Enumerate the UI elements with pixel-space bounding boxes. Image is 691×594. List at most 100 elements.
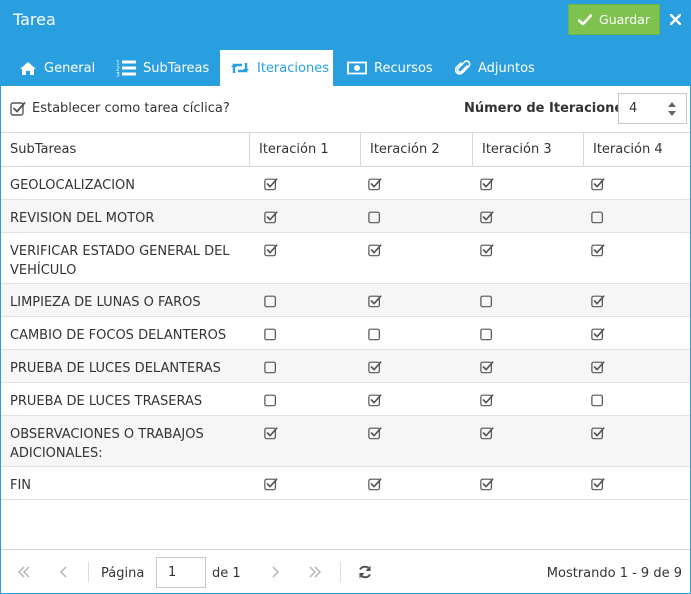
checkbox-checked-icon[interactable] — [368, 360, 382, 374]
subtask-name: REVISION DEL MOTOR — [10, 211, 155, 226]
page-count-label: de 1 — [212, 566, 241, 581]
checkbox-checked-icon[interactable] — [591, 477, 605, 491]
next-page-icon[interactable] — [267, 564, 283, 580]
subtask-name: LIMPIEZA DE LUNAS O FAROS — [10, 295, 201, 310]
records-summary: Mostrando 1 - 9 de 9 — [546, 566, 682, 581]
table-row: LIMPIEZA DE LUNAS O FAROS — [1, 284, 690, 317]
money-icon — [347, 61, 367, 75]
checkbox-checked-icon[interactable] — [591, 426, 605, 440]
last-page-icon[interactable] — [307, 564, 323, 580]
subtask-name: VERIFICAR ESTADO GENERAL DEL VEHÍCULO — [10, 244, 230, 278]
checkbox-checked-icon[interactable] — [591, 327, 605, 341]
checkbox-unchecked-icon[interactable] — [264, 393, 278, 407]
iteration-options: Establecer como tarea cíclica? Número de… — [1, 86, 690, 132]
tab-general-label: General — [44, 60, 96, 76]
subtask-name: FIN — [10, 478, 32, 493]
svg-text:3: 3 — [116, 72, 120, 78]
close-button[interactable] — [665, 9, 685, 29]
checkbox-checked-icon[interactable] — [368, 477, 382, 491]
list-numbered-icon: 1 2 3 — [116, 60, 136, 78]
checkbox-checked-icon[interactable] — [264, 177, 278, 191]
table-row: PRUEBA DE LUCES TRASERAS — [1, 383, 690, 416]
column-header-iteracion-2: Iteración 2 — [370, 142, 440, 157]
tab-iteraciones-label: Iteraciones — [257, 60, 329, 76]
table-row: CAMBIO DE FOCOS DELANTEROS — [1, 317, 690, 350]
subtask-name: OBSERVACIONES O TRABAJOS ADICIONALES: — [10, 427, 204, 461]
subtask-name: PRUEBA DE LUCES TRASERAS — [10, 394, 203, 409]
checkbox-checked-icon[interactable] — [480, 360, 494, 374]
checkbox-checked-icon[interactable] — [264, 426, 278, 440]
checkbox-unchecked-icon[interactable] — [368, 327, 382, 341]
dialog-title: Tarea — [13, 10, 56, 29]
pager: Página de 1 Mostrando 1 - 9 de 9 — [1, 549, 690, 593]
cyclic-task-checkbox[interactable]: Establecer como tarea cíclica? — [10, 101, 230, 116]
tab-subtareas[interactable]: 1 2 3 SubTareas — [106, 50, 219, 86]
page-input[interactable] — [156, 557, 206, 588]
cyclic-task-label: Establecer como tarea cíclica? — [32, 101, 230, 116]
save-button[interactable]: Guardar — [568, 4, 660, 35]
table-row: REVISION DEL MOTOR — [1, 200, 690, 233]
checkbox-checked-icon[interactable] — [591, 360, 605, 374]
column-header-iteracion-1: Iteración 1 — [259, 142, 329, 157]
checkbox-unchecked-icon[interactable] — [264, 360, 278, 374]
checkbox-checked-icon[interactable] — [368, 243, 382, 257]
checkbox-checked-icon[interactable] — [368, 177, 382, 191]
home-icon — [20, 61, 36, 75]
checkbox-checked-icon[interactable] — [480, 243, 494, 257]
iterations-stepper[interactable]: 4 — [618, 93, 687, 124]
first-page-icon[interactable] — [16, 564, 32, 580]
checkbox-unchecked-icon[interactable] — [591, 393, 605, 407]
checkbox-checked-icon[interactable] — [264, 210, 278, 224]
table-row: OBSERVACIONES O TRABAJOS ADICIONALES: — [1, 416, 690, 467]
iterations-count-label: Número de Iteraciones: — [464, 101, 637, 116]
page-label: Página — [101, 566, 145, 581]
column-header-subtareas: SubTareas — [10, 142, 77, 157]
table-row: GEOLOCALIZACION — [1, 167, 690, 200]
checkbox-checked-icon[interactable] — [591, 294, 605, 308]
checkbox-checked-icon[interactable] — [264, 477, 278, 491]
paperclip-icon — [455, 60, 471, 75]
previous-page-icon[interactable] — [56, 564, 72, 580]
checkbox-checked-icon[interactable] — [368, 393, 382, 407]
tab-adjuntos[interactable]: Adjuntos — [445, 50, 545, 86]
checkbox-unchecked-icon[interactable] — [591, 210, 605, 224]
checkbox-unchecked-icon[interactable] — [264, 294, 278, 308]
save-button-label: Guardar — [599, 12, 650, 27]
table-row: FIN — [1, 467, 690, 500]
checkbox-checked-icon[interactable] — [368, 426, 382, 440]
table-row: PRUEBA DE LUCES DELANTERAS — [1, 350, 690, 383]
table-header: SubTareas Iteración 1 Iteración 2 Iterac… — [1, 132, 690, 167]
subtask-name: GEOLOCALIZACION — [10, 178, 136, 193]
checkbox-unchecked-icon[interactable] — [264, 327, 278, 341]
checkbox-unchecked-icon[interactable] — [368, 210, 382, 224]
refresh-icon[interactable] — [357, 564, 373, 580]
checkbox-checked-icon[interactable] — [480, 477, 494, 491]
column-header-iteracion-3: Iteración 3 — [482, 142, 552, 157]
tab-recursos-label: Recursos — [374, 60, 433, 76]
checkbox-checked-icon[interactable] — [368, 294, 382, 308]
retweet-icon — [231, 63, 249, 73]
spinner-arrows-icon[interactable] — [667, 100, 677, 118]
checkbox-checked-icon[interactable] — [591, 177, 605, 191]
table-row: VERIFICAR ESTADO GENERAL DEL VEHÍCULO — [1, 233, 690, 284]
close-icon — [669, 13, 681, 25]
subtask-name: CAMBIO DE FOCOS DELANTEROS — [10, 328, 227, 343]
task-dialog: Tarea Guardar General 1 2 3 SubTareas It… — [0, 0, 691, 594]
tab-general[interactable]: General — [9, 50, 105, 86]
checkbox-checked-icon[interactable] — [264, 243, 278, 257]
checkbox-unchecked-icon[interactable] — [480, 294, 494, 308]
checkbox-checked-icon[interactable] — [591, 243, 605, 257]
tab-adjuntos-label: Adjuntos — [478, 60, 535, 76]
checkbox-checked-icon[interactable] — [480, 210, 494, 224]
tab-iteraciones[interactable]: Iteraciones — [220, 50, 333, 86]
check-icon — [578, 13, 593, 25]
checkbox-checked-icon[interactable] — [480, 426, 494, 440]
checkbox-checked-icon[interactable] — [480, 177, 494, 191]
subtask-name: PRUEBA DE LUCES DELANTERAS — [10, 361, 221, 376]
tab-bar: General 1 2 3 SubTareas Iteraciones Recu… — [1, 41, 690, 86]
title-bar: Tarea Guardar — [1, 1, 690, 41]
checkbox-checked-icon[interactable] — [480, 393, 494, 407]
tab-recursos[interactable]: Recursos — [337, 50, 443, 86]
checkbox-checked-icon — [10, 102, 26, 116]
checkbox-unchecked-icon[interactable] — [480, 327, 494, 341]
